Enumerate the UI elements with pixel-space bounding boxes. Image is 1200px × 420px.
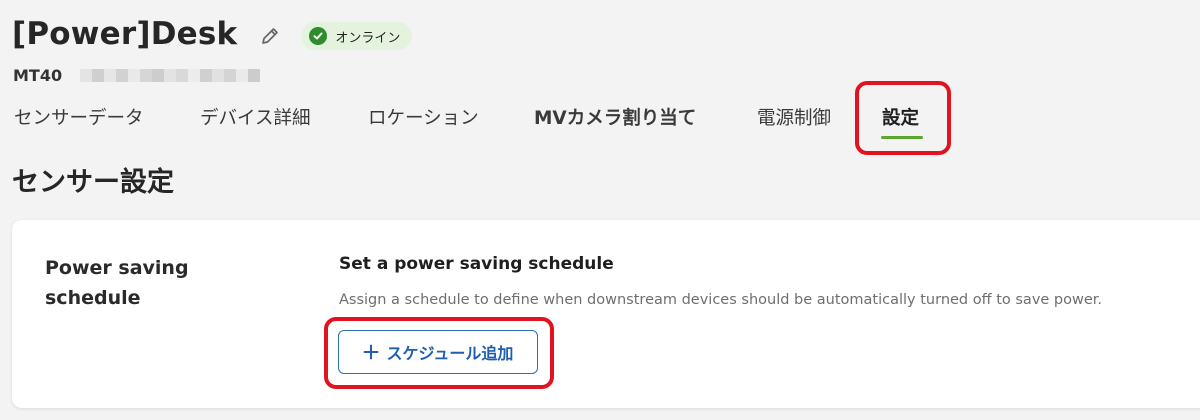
- status-badge: オンライン: [301, 22, 413, 50]
- redacted-serial: [80, 68, 261, 82]
- model-row: MT40: [13, 64, 261, 86]
- card-label: Power saving schedule: [45, 257, 189, 309]
- power-saving-card: Power saving schedule Set a power saving…: [12, 220, 1200, 408]
- tab-location[interactable]: ロケーション: [368, 104, 479, 130]
- card-heading: Set a power saving schedule: [339, 254, 614, 274]
- tab-power-control[interactable]: 電源制御: [757, 104, 831, 130]
- model-name: MT40: [13, 65, 63, 85]
- settings-tab-highlight: [855, 81, 951, 155]
- tab-mv-camera[interactable]: MVカメラ割り当て: [534, 104, 696, 130]
- card-description: Assign a schedule to define when downstr…: [339, 292, 1103, 308]
- section-title: センサー設定: [12, 167, 174, 198]
- check-circle-icon: [309, 27, 328, 45]
- status-label: オンライン: [335, 30, 401, 46]
- tab-sensor-data[interactable]: センサーデータ: [14, 104, 144, 130]
- device-title: [Power]Desk: [12, 16, 238, 52]
- add-schedule-highlight: [324, 317, 554, 389]
- pencil-icon[interactable]: [259, 25, 281, 47]
- page-header: [Power]Desk オンライン: [12, 12, 413, 56]
- tab-device-details[interactable]: デバイス詳細: [200, 104, 310, 130]
